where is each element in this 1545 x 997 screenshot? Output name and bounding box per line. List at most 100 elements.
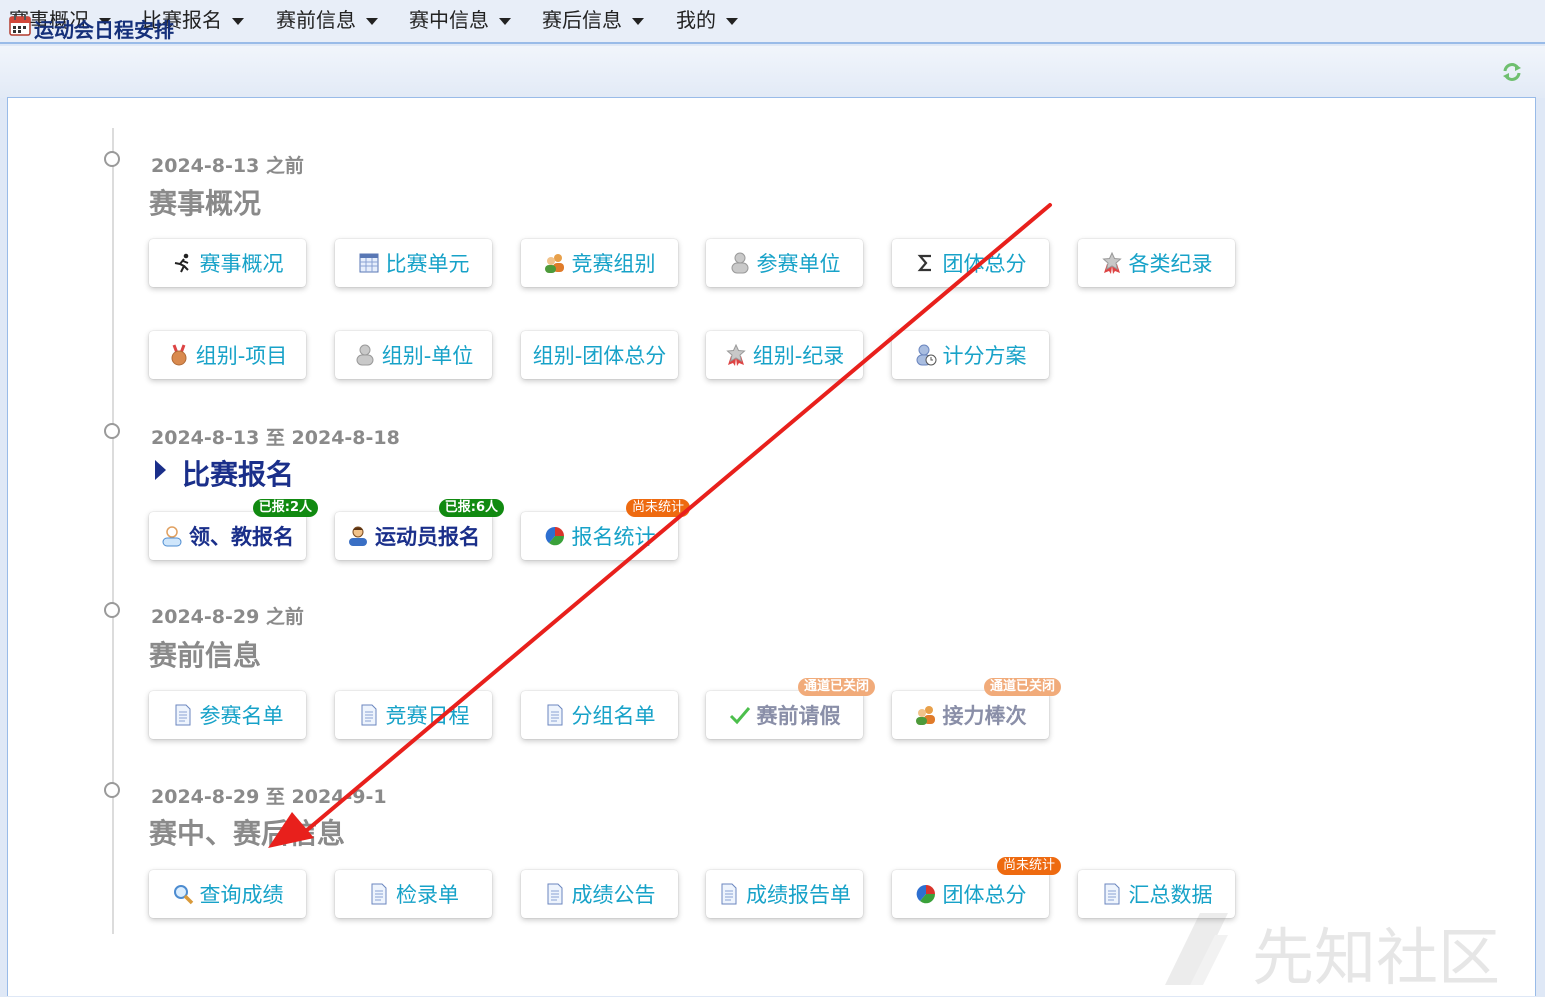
button-label: 团体总分 — [942, 883, 1027, 907]
button-label: 领、教报名 — [189, 525, 294, 549]
button-relay-order[interactable]: 接力棒次 通道已关闭 — [892, 678, 1061, 739]
button-label: 组别-团体总分 — [532, 344, 667, 368]
status-badge: 已报:2人 — [252, 499, 318, 517]
nav-menu-inmatch[interactable]: 赛中信息 — [409, 6, 511, 36]
button-label: 查询成绩 — [199, 883, 284, 907]
top-nav: 赛事概况 比赛报名 赛前信息 赛中信息 赛后信息 我的 — [0, 0, 1545, 44]
timeline-line — [112, 128, 114, 934]
pie-chart-icon — [545, 526, 564, 546]
status-badge: 已报:6人 — [438, 499, 504, 517]
button-label: 竞赛组别 — [571, 252, 656, 276]
timeline-dot — [104, 151, 120, 167]
award-icon — [1101, 252, 1122, 274]
runner-icon — [174, 253, 189, 273]
chevron-down-icon — [632, 18, 644, 25]
button-participant-list[interactable]: 参赛名单 — [149, 691, 306, 739]
document-icon — [547, 883, 562, 905]
button-label: 各类纪录 — [1128, 252, 1213, 276]
button-label: 组别-纪录 — [752, 344, 845, 368]
user-silhouette-icon — [356, 344, 374, 366]
button-label: 分组名单 — [571, 704, 656, 728]
button-team-total-results[interactable]: 团体总分 尚未统计 — [892, 857, 1061, 918]
refresh-icon[interactable] — [1500, 60, 1524, 84]
section-title: 赛前信息 — [149, 639, 262, 672]
section-title: 赛中、赛后信息 — [149, 817, 346, 850]
button-label: 组别-单位 — [381, 344, 474, 368]
section-date: 2024-8-29 至 2024-9-1 — [151, 786, 387, 808]
button-participating-units[interactable]: 参赛单位 — [706, 239, 863, 287]
nav-menu-postmatch[interactable]: 赛后信息 — [542, 6, 644, 36]
document-icon — [721, 883, 737, 905]
button-label: 运动员报名 — [375, 525, 480, 549]
button-label: 竞赛日程 — [385, 704, 470, 728]
timeline-dot — [104, 602, 120, 618]
timeline-dot — [104, 423, 120, 439]
button-label: 参赛单位 — [756, 252, 841, 276]
chevron-down-icon — [499, 18, 511, 25]
button-event-overview[interactable]: 赛事概况 — [149, 239, 306, 287]
document-icon — [361, 704, 376, 726]
panel-header — [0, 46, 1545, 98]
document-icon — [547, 704, 562, 726]
button-query-results[interactable]: 查询成绩 — [149, 870, 306, 918]
medal-icon — [171, 344, 187, 366]
button-records[interactable]: 各类纪录 — [1078, 239, 1235, 287]
section-title: 赛事概况 — [149, 187, 262, 220]
relay-users-icon — [915, 706, 935, 725]
button-group-team-total[interactable]: 组别-团体总分 — [521, 331, 678, 379]
pie-chart-icon — [916, 884, 935, 904]
button-scoring-scheme[interactable]: 计分方案 — [892, 331, 1049, 379]
button-label: 计分方案 — [942, 344, 1027, 368]
nav-label: 赛后信息 — [542, 8, 622, 32]
section-date: 2024-8-13 至 2024-8-18 — [151, 427, 400, 449]
document-icon — [175, 704, 190, 726]
button-label: 成绩报告单 — [746, 883, 851, 907]
chevron-down-icon — [726, 18, 738, 25]
button-checkin-sheet[interactable]: 检录单 — [335, 870, 492, 918]
button-coach-registration[interactable]: 领、教报名 已报:2人 — [149, 499, 318, 560]
button-group-units[interactable]: 组别-单位 — [335, 331, 492, 379]
group-users-icon — [544, 254, 564, 273]
button-group-records[interactable]: 组别-纪录 — [706, 331, 863, 379]
button-label: 参赛名单 — [199, 704, 284, 728]
button-competition-groups[interactable]: 竞赛组别 — [521, 239, 678, 287]
status-badge: 通道已关闭 — [983, 678, 1061, 696]
button-athlete-registration[interactable]: 运动员报名 已报:6人 — [335, 499, 504, 560]
button-competition-schedule[interactable]: 竞赛日程 — [335, 691, 492, 739]
button-label: 比赛单元 — [385, 252, 470, 276]
athlete-icon — [349, 526, 367, 546]
nav-menu-prematch[interactable]: 赛前信息 — [276, 6, 378, 36]
chevron-down-icon — [232, 18, 244, 25]
calendar-grid-icon — [359, 253, 378, 273]
button-registration-stats[interactable]: 报名统计 尚未统计 — [521, 499, 690, 560]
button-results-report[interactable]: 成绩报告单 — [706, 870, 863, 918]
nav-label: 赛前信息 — [276, 8, 356, 32]
user-clock-icon — [916, 344, 936, 366]
section-title: 比赛报名 — [182, 458, 295, 491]
nav-menu-mine[interactable]: 我的 — [676, 6, 738, 36]
check-icon — [729, 707, 750, 725]
award-icon — [725, 344, 746, 366]
button-leave-request[interactable]: 赛前请假 通道已关闭 — [706, 678, 875, 739]
button-results-notice[interactable]: 成绩公告 — [521, 870, 678, 918]
button-team-total[interactable]: 团体总分 — [892, 239, 1049, 287]
nav-label: 赛中信息 — [409, 8, 489, 32]
status-badge: 通道已关闭 — [797, 678, 875, 696]
button-label: 接力棒次 — [942, 704, 1027, 728]
chevron-down-icon — [366, 18, 378, 25]
button-group-list[interactable]: 分组名单 — [521, 691, 678, 739]
button-label: 组别-项目 — [195, 344, 288, 368]
button-label: 报名统计 — [571, 525, 656, 549]
button-group-events[interactable]: 组别-项目 — [149, 331, 306, 379]
magnifier-icon — [173, 885, 193, 905]
sigma-icon — [917, 254, 931, 272]
active-section-arrow-icon — [155, 460, 166, 480]
button-label: 团体总分 — [942, 252, 1027, 276]
coach-icon — [162, 526, 182, 547]
button-label: 赛事概况 — [199, 252, 284, 276]
button-match-units[interactable]: 比赛单元 — [335, 239, 492, 287]
status-badge: 尚未统计 — [625, 499, 690, 517]
status-badge: 尚未统计 — [996, 857, 1061, 875]
nav-label: 我的 — [676, 8, 716, 32]
section-date: 2024-8-29 之前 — [151, 606, 304, 628]
